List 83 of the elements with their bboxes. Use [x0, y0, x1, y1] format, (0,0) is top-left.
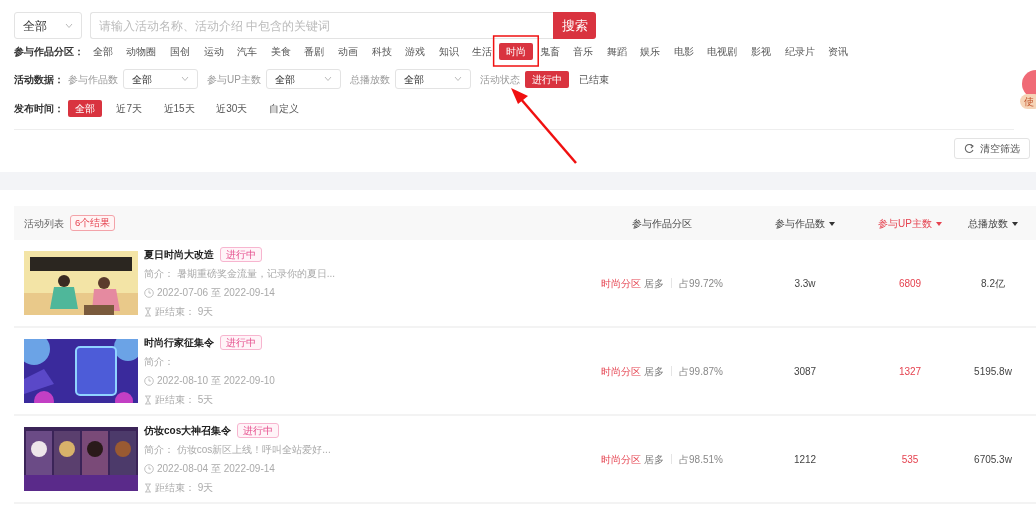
filter-label: 发布时间： — [14, 101, 65, 116]
activity-title[interactable]: 仿妆cos大神召集令 — [144, 423, 232, 438]
filter-option[interactable]: 游戏 — [398, 42, 432, 60]
filter-option[interactable]: 美食 — [263, 42, 298, 60]
dropdown-select[interactable]: 全部 — [123, 69, 198, 89]
area-note: 居多 — [644, 364, 665, 379]
filter-option[interactable]: 近15天 — [156, 99, 202, 117]
clear-filter-button[interactable]: 清空筛选 — [954, 138, 1030, 159]
column-header: 参与作品分区 — [632, 217, 692, 231]
date-range: 2022-08-10 至 2022-09-10 — [157, 374, 275, 389]
filter-option[interactable]: 娱乐 — [633, 42, 668, 60]
table-cell: 535 — [901, 454, 919, 465]
activity-intro: 简介： 暑期重磅奖金流量，记录你的夏日... — [144, 267, 336, 282]
area-name: 时尚分区 — [601, 452, 642, 467]
table-cell: 6809 — [898, 278, 922, 289]
filter-option[interactable]: 运动 — [196, 42, 231, 60]
filter-option[interactable]: 自定义 — [262, 99, 306, 117]
activity-intro: 简介： 仿妆cos新区上线！呼叫全站爱好... — [144, 443, 331, 458]
filter-option[interactable]: 纪录片 — [777, 42, 822, 60]
dropdown-select[interactable]: 全部 — [265, 69, 341, 89]
table-cell: 6705.3w — [974, 454, 1012, 465]
result-count-badge: 6个结果 — [70, 214, 116, 232]
filter-option[interactable]: 影视 — [744, 42, 778, 60]
filter-option[interactable]: 全部 — [68, 99, 102, 117]
filter-option[interactable]: 电影 — [667, 42, 701, 60]
filter-option[interactable]: 资讯 — [821, 42, 856, 60]
activity-intro: 简介： — [144, 355, 175, 370]
activity-title[interactable]: 夏日时尚大改造 — [144, 247, 214, 262]
filter-option[interactable]: 知识 — [431, 42, 466, 60]
filter-option[interactable]: 舞蹈 — [599, 42, 634, 60]
filter-option[interactable]: 近30天 — [209, 99, 255, 117]
search-field[interactable]: 请输入活动名称、活动介绍 中包含的关键词 — [90, 12, 553, 39]
search-button[interactable]: 搜索 — [553, 12, 596, 39]
table-cell: 3087 — [793, 366, 817, 377]
filter-option[interactable]: 已结束 — [572, 70, 617, 88]
filter-option[interactable]: 时尚 — [499, 42, 533, 60]
field-label: 活动状态 — [479, 72, 520, 87]
area-share: 占99.72% — [679, 276, 723, 291]
area-name: 时尚分区 — [601, 364, 642, 379]
time-remaining: 距结束： 9天 — [155, 481, 214, 496]
column-header[interactable]: 参与作品数 — [775, 216, 835, 231]
time-remaining: 距结束： 5天 — [155, 393, 214, 408]
filter-option[interactable]: 电视剧 — [700, 42, 745, 60]
area-name: 时尚分区 — [601, 276, 642, 291]
filter-option[interactable]: 进行中 — [524, 70, 569, 88]
area-share: 占99.87% — [679, 364, 723, 379]
dropdown-select[interactable]: 全部 — [394, 69, 471, 89]
date-range: 2022-08-04 至 2022-09-14 — [157, 462, 275, 477]
date-range: 2022-07-06 至 2022-09-14 — [157, 286, 275, 301]
field-label: 参与作品数 — [68, 72, 118, 87]
filter-option[interactable]: 番剧 — [297, 42, 332, 60]
filter-option[interactable]: 近7天 — [109, 99, 149, 117]
filter-option[interactable]: 全部 — [86, 42, 120, 60]
filter-option[interactable]: 动物圈 — [119, 42, 164, 60]
filter-option[interactable]: 科技 — [364, 42, 399, 60]
table-cell: 8.2亿 — [981, 278, 1005, 289]
filter-option[interactable]: 鬼畜 — [532, 42, 567, 60]
status-tag: 进行中 — [220, 246, 262, 263]
activity-title[interactable]: 时尚行家征集令 — [144, 335, 214, 350]
status-tag: 进行中 — [220, 334, 262, 351]
filter-option[interactable]: 汽车 — [230, 42, 264, 60]
field-label: 总播放数 — [349, 72, 390, 87]
table-cell: 3.3w — [794, 278, 816, 289]
list-title: 活动列表 — [24, 216, 64, 231]
filter-label: 活动数据： — [14, 72, 65, 87]
table-cell: 1212 — [793, 454, 817, 465]
filter-option[interactable]: 动画 — [331, 42, 365, 60]
column-header[interactable]: 总播放数 — [968, 216, 1018, 231]
filter-label: 参与作品分区： — [14, 44, 85, 59]
filter-option[interactable]: 音乐 — [566, 42, 600, 60]
field-label: 参与UP主数 — [207, 72, 261, 87]
status-tag: 进行中 — [237, 422, 280, 439]
scope-select[interactable]: 全部 — [14, 12, 82, 39]
area-share: 占98.51% — [679, 452, 723, 467]
table-cell: 5195.8w — [974, 366, 1012, 377]
floating-widget-label[interactable]: 使 — [1020, 94, 1036, 109]
area-note: 居多 — [644, 452, 665, 467]
filter-option[interactable]: 生活 — [465, 42, 500, 60]
area-note: 居多 — [644, 276, 665, 291]
filter-option[interactable]: 国创 — [163, 42, 197, 60]
table-cell: 1327 — [898, 366, 922, 377]
time-remaining: 距结束： 9天 — [155, 305, 214, 320]
column-header[interactable]: 参与UP主数 — [878, 216, 942, 231]
